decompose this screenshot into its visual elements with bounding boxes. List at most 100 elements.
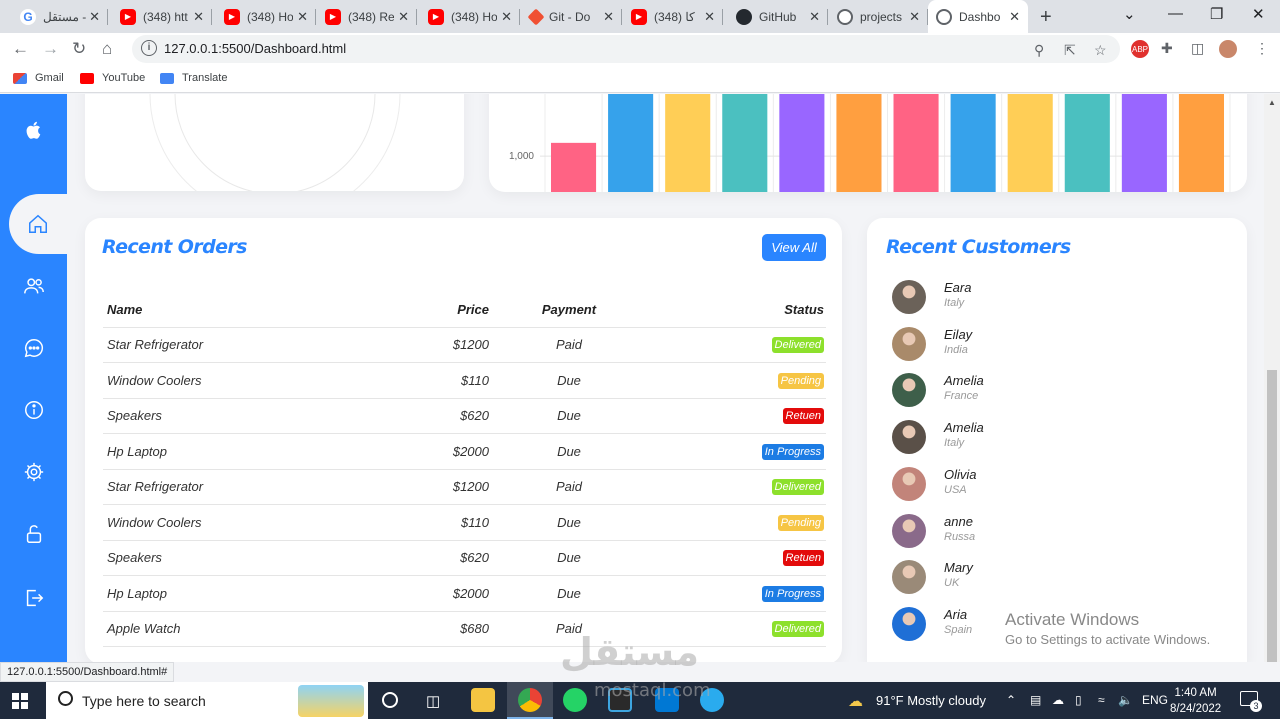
bar[interactable] bbox=[1178, 94, 1224, 245]
bookmark-youtube[interactable]: YouTube bbox=[80, 72, 145, 84]
bar[interactable] bbox=[608, 94, 654, 245]
browser-tab[interactable]: ▶ (348) Re ✕ bbox=[317, 0, 417, 33]
scrollbar-thumb[interactable] bbox=[1267, 370, 1277, 662]
close-tab-icon[interactable]: ✕ bbox=[398, 9, 409, 25]
customer-country: Italy bbox=[944, 437, 965, 450]
sidebar-item-password[interactable] bbox=[0, 504, 67, 564]
sidebar-item-messages[interactable] bbox=[0, 318, 67, 378]
minimize-icon[interactable]: — bbox=[1168, 5, 1183, 22]
bookmark-gmail[interactable]: Gmail bbox=[13, 72, 64, 84]
windows-start-icon[interactable] bbox=[12, 693, 28, 709]
bar[interactable] bbox=[665, 94, 711, 245]
menu-dots-icon[interactable]: ⋮ bbox=[1255, 40, 1269, 57]
forward-icon[interactable]: → bbox=[42, 39, 59, 59]
device-icon[interactable]: ▤ bbox=[1030, 693, 1041, 707]
close-tab-icon[interactable]: ✕ bbox=[603, 9, 614, 25]
close-tab-icon[interactable]: ✕ bbox=[809, 9, 820, 25]
close-window-icon[interactable]: ✕ bbox=[1252, 5, 1265, 23]
bar[interactable] bbox=[1007, 94, 1053, 245]
reload-icon[interactable]: ↻ bbox=[72, 39, 86, 59]
bar[interactable] bbox=[893, 94, 939, 245]
profile-avatar[interactable] bbox=[1219, 40, 1237, 58]
browser-tab[interactable]: ▶ (348) htt ✕ bbox=[112, 0, 212, 33]
sidebar-item-sign-out[interactable] bbox=[0, 568, 67, 628]
browser-tab[interactable]: Git - Do ✕ bbox=[522, 0, 622, 33]
battery-icon[interactable]: ▯ bbox=[1075, 693, 1082, 707]
avatar bbox=[892, 280, 926, 314]
scroll-up-icon[interactable]: ▲ bbox=[1268, 98, 1276, 107]
close-tab-icon[interactable]: ✕ bbox=[193, 9, 204, 25]
weather-text[interactable]: 91°F Mostly cloudy bbox=[876, 693, 986, 708]
close-tab-icon[interactable]: ✕ bbox=[501, 9, 512, 25]
bar[interactable] bbox=[722, 94, 768, 245]
whatsapp-icon[interactable] bbox=[563, 688, 587, 712]
close-tab-icon[interactable]: ✕ bbox=[909, 9, 920, 25]
sidebar-item-settings[interactable] bbox=[0, 442, 67, 502]
browser-tab-title: (348) htt bbox=[143, 9, 188, 24]
bar[interactable] bbox=[1064, 94, 1110, 245]
youtube-icon: ▶ bbox=[631, 8, 647, 25]
sidebar-item-dashboard[interactable] bbox=[9, 194, 67, 254]
share-icon[interactable]: ⇱ bbox=[1064, 42, 1076, 59]
close-tab-icon[interactable]: ✕ bbox=[704, 9, 715, 25]
cortana-icon[interactable] bbox=[382, 692, 398, 708]
table-row: Hp Laptop $2000 Due In Progress bbox=[103, 433, 826, 470]
browser-tab-title: projects bbox=[860, 9, 903, 24]
side-panel-icon[interactable]: ◫ bbox=[1191, 40, 1204, 57]
new-tab-icon[interactable]: + bbox=[1040, 6, 1052, 29]
order-price: $110 bbox=[383, 504, 489, 541]
browser-tab[interactable]: ▶ (348) کا ✕ bbox=[623, 0, 723, 33]
extensions-icon[interactable]: ✚ bbox=[1161, 40, 1173, 57]
language-indicator[interactable]: ENG bbox=[1142, 693, 1168, 707]
sidebar-item-customers[interactable] bbox=[0, 256, 67, 316]
minimize-window-icon[interactable]: ⌄ bbox=[1123, 5, 1136, 23]
home-page-icon[interactable]: ⌂ bbox=[102, 39, 112, 59]
maximize-icon[interactable]: ❐ bbox=[1210, 5, 1223, 23]
view-all-button[interactable]: View All bbox=[762, 234, 826, 261]
zoom-icon[interactable]: ⚲ bbox=[1034, 42, 1044, 59]
close-tab-icon[interactable]: ✕ bbox=[297, 9, 308, 25]
sidebar-item-brand[interactable] bbox=[0, 100, 67, 160]
back-icon[interactable]: ← bbox=[12, 39, 29, 59]
bar[interactable] bbox=[1121, 94, 1167, 245]
adblock-extension-icon[interactable]: ABP bbox=[1131, 40, 1149, 58]
bookmark-translate[interactable]: Translate bbox=[160, 72, 227, 84]
taskbar-clock[interactable]: 1:40 AM 8/24/2022 bbox=[1170, 685, 1221, 717]
order-payment: Paid bbox=[489, 469, 649, 505]
order-name: Apple Watch bbox=[103, 611, 383, 647]
order-payment: Paid bbox=[489, 327, 649, 363]
close-tab-icon[interactable]: ✕ bbox=[89, 9, 100, 25]
apple-icon bbox=[26, 121, 40, 139]
bar[interactable] bbox=[779, 94, 825, 245]
chrome-icon[interactable] bbox=[518, 688, 542, 712]
git-icon bbox=[527, 8, 545, 25]
page-scrollbar[interactable]: ▲ bbox=[1264, 94, 1280, 662]
bar[interactable] bbox=[950, 94, 996, 245]
browser-tab[interactable]: G مستقل - ✕ bbox=[12, 0, 108, 33]
taskbar-search-box[interactable]: Type here to search bbox=[46, 682, 368, 719]
bar[interactable] bbox=[836, 94, 882, 245]
browser-tab[interactable]: ▶ (348) Ho ✕ bbox=[216, 0, 316, 33]
info-icon bbox=[24, 401, 43, 419]
file-explorer-icon[interactable] bbox=[471, 688, 495, 712]
bar[interactable] bbox=[551, 142, 597, 245]
browser-tab[interactable]: Dashbo ✕ bbox=[928, 0, 1028, 33]
browser-tab[interactable]: ▶ (348) Ho ✕ bbox=[420, 0, 520, 33]
address-bar[interactable]: i 127.0.0.1:5500/Dashboard.html ⚲ ⇱ ☆ bbox=[132, 35, 1120, 63]
site-info-icon[interactable]: i bbox=[141, 40, 157, 56]
bookmark-star-icon[interactable]: ☆ bbox=[1094, 42, 1107, 59]
sign-out-icon bbox=[26, 589, 43, 607]
cloud-icon[interactable]: ☁ bbox=[1052, 693, 1064, 707]
browser-tab[interactable]: projects ✕ bbox=[829, 0, 928, 33]
sidebar-item-help[interactable] bbox=[0, 380, 67, 440]
volume-icon[interactable]: 🔈 bbox=[1118, 693, 1133, 707]
taskbar-search-placeholder: Type here to search bbox=[82, 693, 206, 709]
order-name: Star Refrigerator bbox=[103, 469, 383, 505]
close-tab-icon[interactable]: ✕ bbox=[1009, 9, 1020, 25]
address-url[interactable]: 127.0.0.1:5500/Dashboard.html bbox=[164, 41, 346, 56]
wifi-icon[interactable]: ≈ bbox=[1098, 693, 1105, 707]
lock-icon bbox=[26, 525, 41, 543]
task-view-icon[interactable]: ◫ bbox=[426, 692, 440, 710]
tray-chevron-icon[interactable]: ⌃ bbox=[1006, 693, 1016, 707]
browser-tab[interactable]: GitHub ✕ bbox=[728, 0, 828, 33]
